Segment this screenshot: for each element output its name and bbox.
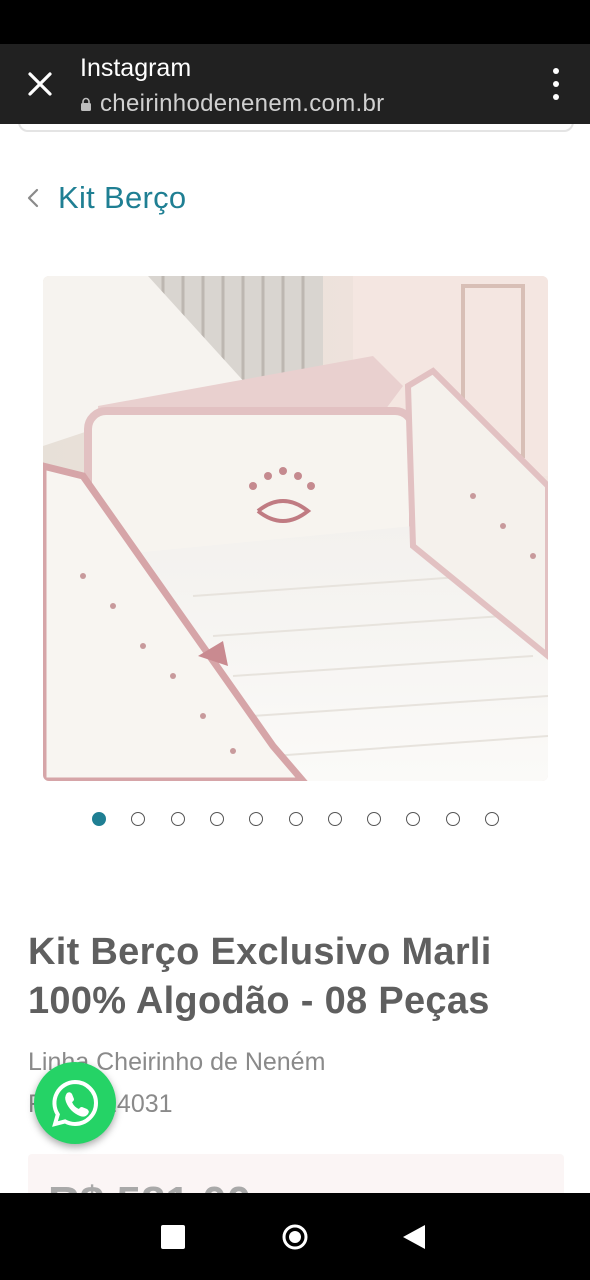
whatsapp-button[interactable]: [34, 1062, 116, 1144]
price-box: R$ 581,00: [28, 1154, 564, 1193]
chevron-left-icon: [26, 187, 40, 209]
price-text: R$ 581,00: [48, 1178, 251, 1193]
url-row[interactable]: cheirinhodenenem.com.br: [80, 90, 384, 118]
whatsapp-icon: [52, 1079, 98, 1127]
carousel-dot[interactable]: [328, 812, 342, 826]
carousel-dot[interactable]: [131, 812, 145, 826]
carousel-dot[interactable]: [367, 812, 381, 826]
system-nav-bar: [0, 1193, 590, 1280]
lock-icon: [80, 95, 94, 113]
product-title: Kit Berço Exclusivo Marli 100% Algodão -…: [28, 928, 568, 1026]
breadcrumb-back-link[interactable]: Kit Berço: [26, 180, 186, 216]
more-vert-icon-dot: [553, 81, 559, 87]
more-options-button[interactable]: [546, 68, 566, 100]
carousel-dot[interactable]: [289, 812, 303, 826]
recents-button[interactable]: [157, 1221, 189, 1253]
product-title-line: 100% Algodão - 08 Peças: [28, 980, 490, 1022]
more-vert-icon-dot: [553, 94, 559, 100]
triangle-back-icon: [403, 1225, 425, 1249]
carousel-dot[interactable]: [210, 812, 224, 826]
circle-icon: [282, 1224, 308, 1250]
browser-toolbar: Instagram cheirinhodenenem.com.br: [0, 44, 590, 124]
browser-url: cheirinhodenenem.com.br: [100, 90, 385, 117]
web-page: Kit Berço Kit Berço Exclusivo Marli 100%…: [0, 124, 590, 1193]
product-image[interactable]: [43, 276, 548, 781]
carousel-dot[interactable]: [406, 812, 420, 826]
search-bar-edge[interactable]: [18, 124, 574, 132]
status-bar: [0, 0, 590, 44]
more-vert-icon-dot: [553, 68, 559, 74]
carousel-dot[interactable]: [485, 812, 499, 826]
carousel-dot[interactable]: [92, 812, 106, 826]
product-title-line: Kit Berço Exclusivo Marli: [28, 931, 492, 973]
carousel-dot[interactable]: [171, 812, 185, 826]
browser-title: Instagram: [80, 54, 192, 82]
home-button[interactable]: [279, 1221, 311, 1253]
carousel-dot[interactable]: [446, 812, 460, 826]
square-icon: [161, 1225, 185, 1249]
close-icon: [28, 72, 52, 96]
carousel-indicator: [0, 812, 590, 832]
carousel-dot[interactable]: [249, 812, 263, 826]
breadcrumb-label: Kit Berço: [58, 180, 187, 215]
back-button[interactable]: [398, 1221, 430, 1253]
close-button[interactable]: [18, 66, 62, 102]
